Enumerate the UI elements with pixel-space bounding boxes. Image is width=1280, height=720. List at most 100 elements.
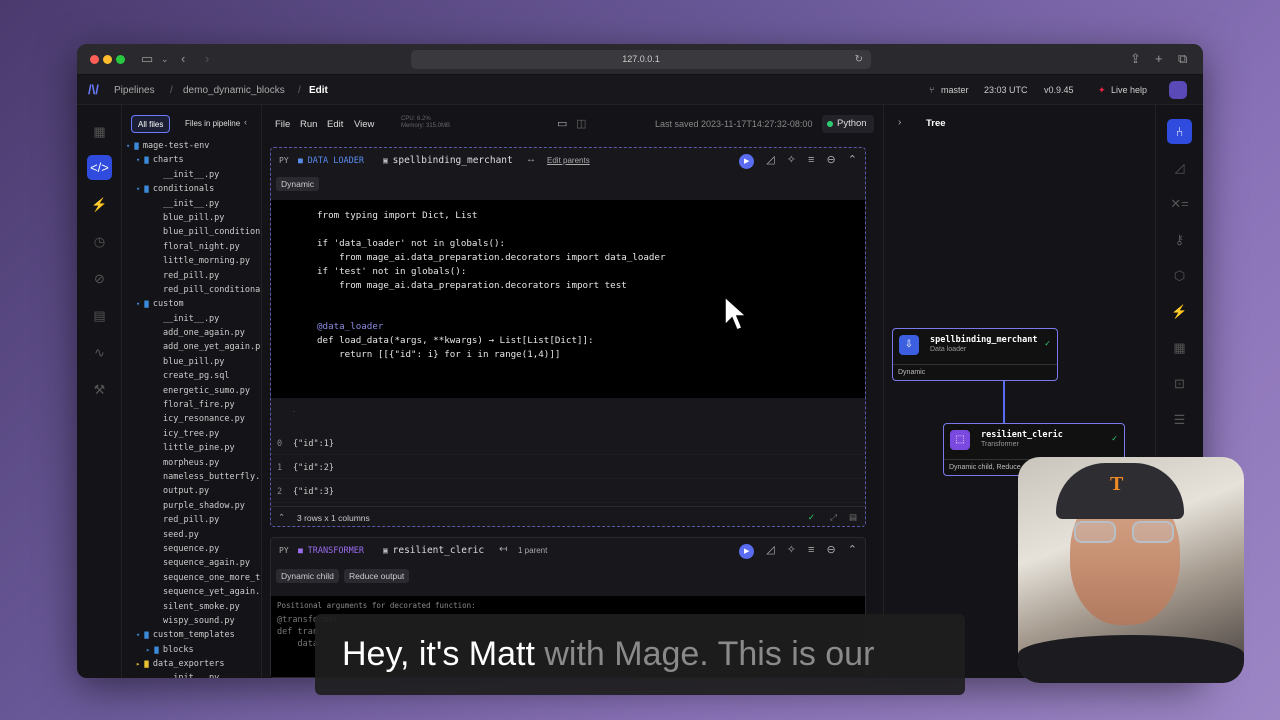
file-item[interactable]: add_one_again.py [126,326,261,340]
triggers-icon[interactable]: ⚡ [87,192,112,217]
file-item[interactable]: red_pill.py [126,269,261,283]
expand-output-icon[interactable]: ⤢ [830,512,837,523]
runs-clock-icon[interactable]: ◷ [87,229,112,254]
secrets-icon[interactable]: ⚷ [1167,227,1192,252]
file-item[interactable]: floral_fire.py [126,398,261,412]
tab-files-in-pipeline[interactable]: Files in pipeline [179,115,245,133]
collapse-block-icon[interactable]: ⌃ [848,153,857,166]
more-options-icon[interactable]: ⊖ [827,153,836,166]
back-arrow-icon[interactable]: ‹ [181,51,185,66]
file-item[interactable]: sequence.py [126,542,261,556]
menu-run[interactable]: Run [300,119,317,130]
file-item[interactable]: red_pill_conditiona [126,283,261,297]
terminal-icon[interactable]: ⊡ [1167,371,1192,396]
pipeline-settings-icon[interactable]: ☰ [1167,407,1192,432]
settings-sliders-icon[interactable]: ≡ [808,154,814,166]
settings-wrench-icon[interactable]: ⚒ [87,377,112,402]
file-item[interactable]: blue_pill.py [126,211,261,225]
collapse-output-icon[interactable]: ⌃ [278,512,285,523]
layout-single-icon[interactable]: ▭ [557,117,567,130]
file-item[interactable]: __init__.py [126,197,261,211]
breadcrumb-pipelines[interactable]: Pipelines [114,85,155,96]
code-editor-icon[interactable]: </> [87,155,112,180]
logs-icon[interactable]: ▤ [87,303,112,328]
tab-overview-icon[interactable]: ⧉ [1178,51,1187,67]
pipelines-icon[interactable]: ▦ [87,119,112,144]
sparkle-icon[interactable]: ✧ [787,153,796,166]
menu-edit[interactable]: Edit [327,119,343,130]
variables-icon[interactable]: ✕= [1167,191,1192,216]
file-item[interactable]: nameless_butterfly. [126,470,261,484]
live-help-link[interactable]: Live help [1111,85,1147,95]
folder-item[interactable]: charts [126,153,261,167]
charts-icon[interactable]: ◿ [1167,155,1192,180]
run-block-button[interactable]: ▶ [739,544,755,559]
collapse-block-icon[interactable]: ⌃ [848,543,857,556]
collapse-panel-icon[interactable]: ‹ [244,117,247,127]
chevron-down-icon[interactable]: ⌄ [161,54,169,65]
folder-item[interactable]: mage-test-env [126,139,261,153]
edit-parents-link[interactable]: Edit parents [547,156,590,165]
layout-split-icon[interactable]: ◫ [576,117,586,130]
forward-arrow-icon[interactable]: › [205,51,209,66]
branch-name[interactable]: master [941,85,969,95]
blocks-cube-icon[interactable]: ⬡ [1167,263,1192,288]
settings-sliders-icon[interactable]: ≡ [808,544,814,556]
file-item[interactable]: little_morning.py [126,254,261,268]
menu-file[interactable]: File [275,119,290,130]
close-window-button[interactable] [90,55,99,64]
file-item[interactable]: little_pine.py [126,441,261,455]
file-item[interactable]: icy_tree.py [126,427,261,441]
tree-view-icon[interactable]: ⑃ [1167,119,1192,144]
file-item[interactable]: purple_shadow.py [126,499,261,513]
file-item[interactable]: silent_smoke.py [126,600,261,614]
file-item[interactable]: icy_resonance.py [126,412,261,426]
folder-item[interactable]: data_exporters [126,657,261,671]
file-item[interactable]: output.py [126,484,261,498]
tree-node-data-loader[interactable]: ⇩ spellbinding_merchant Data loader ✓ Dy… [892,328,1058,381]
folder-item[interactable]: custom_templates [126,628,261,642]
file-item[interactable]: red_pill.py [126,513,261,527]
file-item[interactable]: floral_night.py [126,240,261,254]
folder-item[interactable]: blocks [126,643,261,657]
file-item[interactable]: __init__.py [126,168,261,182]
file-item[interactable]: __init__.py [126,671,261,678]
dynamic-child-tag[interactable]: Dynamic child [276,569,339,583]
triggers-bolt-icon[interactable]: ⚡ [1167,299,1192,324]
file-item[interactable]: energetic_sumo.py [126,384,261,398]
maximize-window-button[interactable] [116,55,125,64]
monitor-icon[interactable]: ∿ [87,340,112,365]
reduce-output-tag[interactable]: Reduce output [344,569,410,583]
minimize-window-button[interactable] [103,55,112,64]
run-block-button[interactable]: ▶ [739,154,755,169]
file-item[interactable]: wispy_sound.py [126,614,261,628]
block-name[interactable]: resilient_cleric [383,545,485,556]
table-icon[interactable]: ▦ [1167,335,1192,360]
file-item[interactable]: __init__.py [126,312,261,326]
new-tab-icon[interactable]: + [1155,51,1163,66]
more-options-icon[interactable]: ⊖ [827,543,836,556]
backfill-icon[interactable]: ⊘ [87,266,112,291]
folder-item[interactable]: custom [126,297,261,311]
address-bar[interactable]: 127.0.0.1 ↻ [411,50,871,69]
file-item[interactable]: sequence_again.py [126,556,261,570]
sparkle-icon[interactable]: ✧ [787,543,796,556]
file-item[interactable]: seed.py [126,528,261,542]
menu-view[interactable]: View [354,119,374,130]
chart-icon[interactable]: ◿ [766,153,774,166]
chart-icon[interactable]: ◿ [766,543,774,556]
breadcrumb-pipeline[interactable]: demo_dynamic_blocks [183,85,285,96]
code-editor[interactable]: from typing import Dict, List if 'data_lo… [271,200,865,398]
file-item[interactable]: blue_pill.py [126,355,261,369]
avatar[interactable] [1169,81,1187,99]
file-item[interactable]: create_pg.sql [126,369,261,383]
file-item[interactable]: add_one_yet_again.p [126,340,261,354]
file-item[interactable]: morpheus.py [126,456,261,470]
sidebar-toggle-icon[interactable]: ▭ [141,51,153,67]
mage-logo-icon[interactable]: /\/ [88,82,99,97]
tab-all-files[interactable]: All files [131,115,171,133]
file-item[interactable]: sequence_yet_again. [126,585,261,599]
parents-count[interactable]: 1 parent [518,546,547,555]
kernel-status-badge[interactable]: Python [822,115,874,133]
reload-icon[interactable]: ↻ [855,50,863,69]
